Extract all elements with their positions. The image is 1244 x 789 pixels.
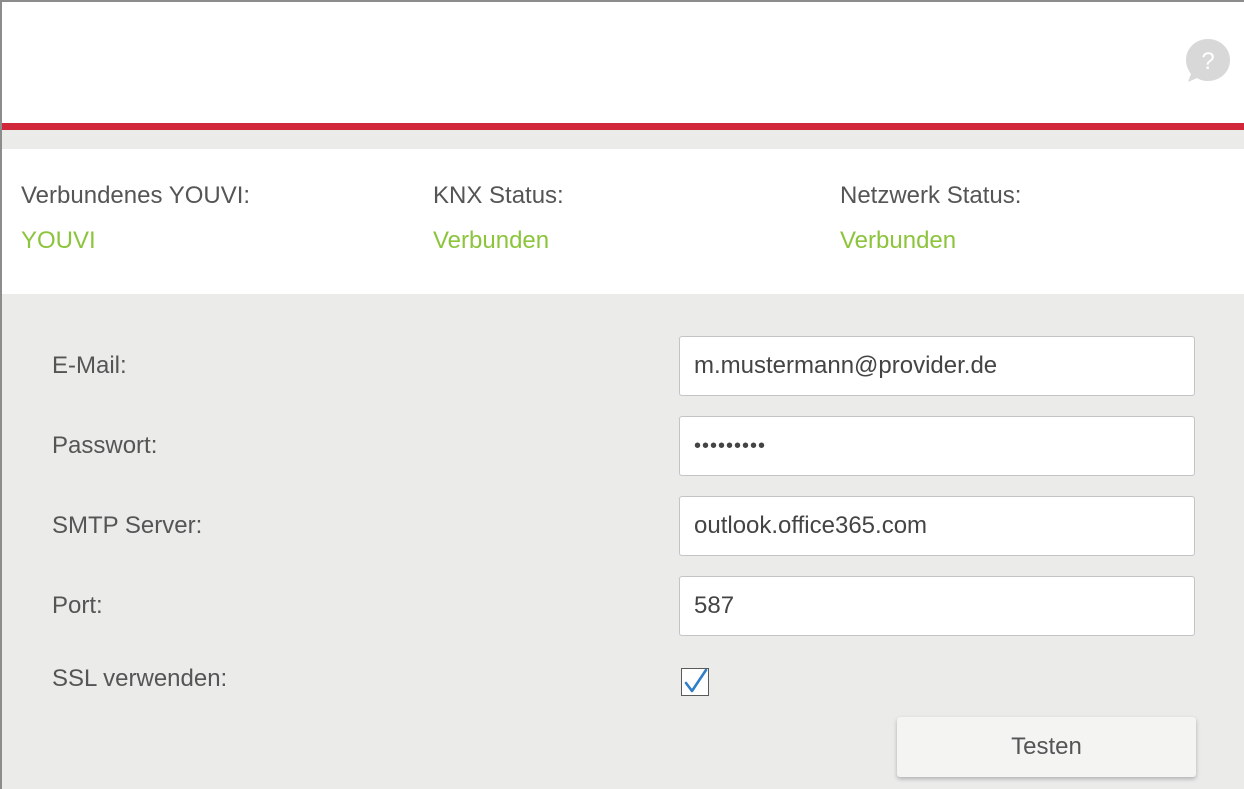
network-status-value: Verbunden [840, 227, 957, 254]
email-field[interactable] [679, 336, 1195, 396]
knx-status: KNX Status: Verbunden [433, 181, 564, 256]
network-status: Netzwerk Status: Verbunden [840, 181, 1021, 256]
settings-panel: ? Verbundenes YOUVI: YOUVI KNX Status: V… [0, 0, 1244, 789]
knx-status-value: Verbunden [433, 227, 550, 254]
test-button[interactable]: Testen [897, 717, 1196, 777]
ssl-row: SSL verwenden: [2, 649, 1244, 709]
port-row: Port: [2, 576, 1244, 636]
ssl-label: SSL verwenden: [52, 665, 228, 692]
help-question-icon: ? [1186, 39, 1230, 82]
port-field[interactable] [679, 576, 1195, 636]
ssl-checkbox[interactable] [681, 668, 709, 696]
connected-youvi-value: YOUVI [21, 227, 96, 254]
help-button[interactable]: ? [1183, 36, 1233, 86]
smtp-row: SMTP Server: [2, 496, 1244, 556]
password-row: Passwort: [2, 416, 1244, 476]
connected-youvi-status: Verbundenes YOUVI: YOUVI [21, 181, 250, 256]
connected-youvi-label: Verbundenes YOUVI: [21, 182, 251, 209]
header: ? [2, 2, 1244, 123]
status-row: Verbundenes YOUVI: YOUVI KNX Status: Ver… [2, 149, 1244, 294]
email-label: E-Mail: [52, 352, 127, 379]
smtp-server-label: SMTP Server: [52, 512, 203, 539]
accent-bar [2, 123, 1244, 130]
svg-text:?: ? [1201, 48, 1214, 75]
email-settings-form: E-Mail: Passwort: SMTP Server: Port: SSL… [2, 294, 1244, 789]
password-field[interactable] [679, 416, 1195, 476]
port-label: Port: [52, 592, 103, 619]
email-row: E-Mail: [2, 336, 1244, 396]
checkmark-icon [684, 669, 708, 693]
knx-status-label: KNX Status: [433, 182, 564, 209]
separator-strip [2, 130, 1244, 149]
password-label: Passwort: [52, 432, 158, 459]
network-status-label: Netzwerk Status: [840, 182, 1022, 209]
smtp-server-field[interactable] [679, 496, 1195, 556]
